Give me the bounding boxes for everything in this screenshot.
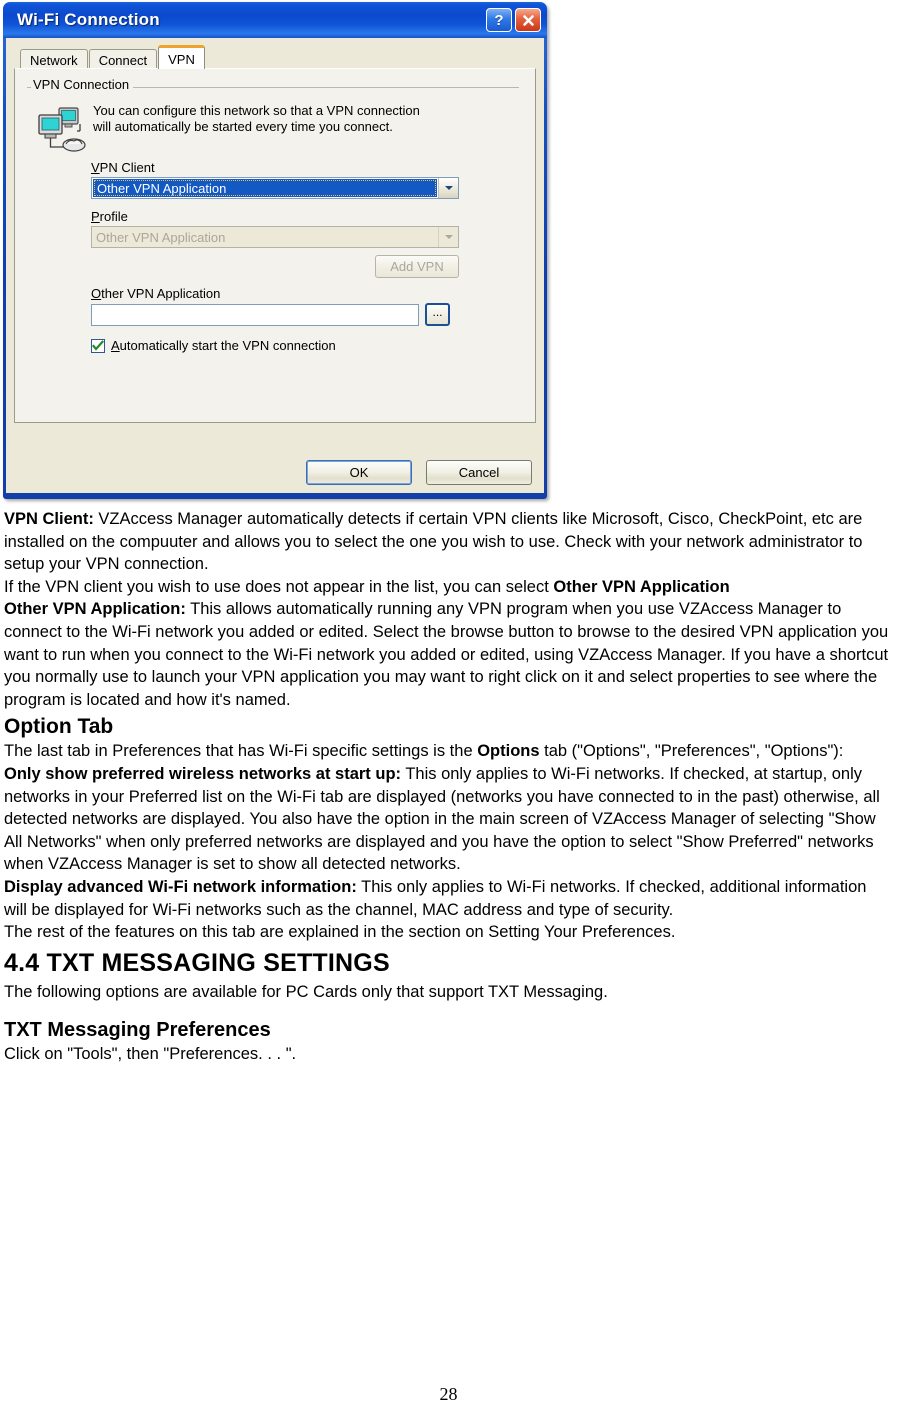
other-vpn-application-field: Other VPN Application ... xyxy=(91,286,521,326)
tab-network[interactable]: Network xyxy=(20,49,88,70)
wifi-connection-dialog: Wi-Fi Connection ? Network Connect VPN V… xyxy=(3,2,547,499)
other-vpn-application-label: Other VPN Application xyxy=(91,286,221,301)
vpn-client-label-rest: PN Client xyxy=(99,160,155,175)
browse-button[interactable]: ... xyxy=(425,303,450,326)
paragraph-if-client-text: If the VPN client you wish to use does n… xyxy=(4,577,554,596)
other-vpn-application-label-rest: ther VPN Application xyxy=(101,286,221,301)
tab-vpn[interactable]: VPN xyxy=(158,45,205,69)
close-icon[interactable] xyxy=(515,8,541,32)
tab-connect-label: Connect xyxy=(98,52,148,68)
dialog-titlebar: Wi-Fi Connection ? xyxy=(3,2,547,38)
paragraph-vpn-client-text: VZAccess Manager automatically detects i… xyxy=(4,510,863,574)
paragraph-click-tools: Click on "Tools", then "Preferences. . .… xyxy=(4,1045,297,1064)
paragraph-vpn-client: VPN Client: VZAccess Manager automatical… xyxy=(4,508,893,576)
chevron-down-icon[interactable] xyxy=(438,178,458,198)
tab-strip: Network Connect VPN xyxy=(14,45,536,70)
dialog-button-row: OK Cancel xyxy=(306,460,532,485)
paragraph-last-tab: The last tab in Preferences that has Wi-… xyxy=(4,740,893,763)
profile-label: Profile xyxy=(91,209,128,224)
cancel-button[interactable]: Cancel xyxy=(426,460,532,485)
page-number: 28 xyxy=(439,1384,458,1404)
add-vpn-button[interactable]: Add VPN xyxy=(375,255,459,278)
heading-txt-messaging-settings: 4.4 TXT MESSAGING SETTINGS xyxy=(4,948,390,977)
vpn-client-dropdown[interactable]: Other VPN Application xyxy=(91,177,459,199)
paragraph-last-tab-pre: The last tab in Preferences that has Wi-… xyxy=(4,742,478,761)
dialog-title: Wi-Fi Connection xyxy=(17,10,160,29)
profile-label-rest: rofile xyxy=(99,209,128,224)
chevron-down-icon[interactable] xyxy=(438,227,458,247)
heading-txt-messaging-preferences: TXT Messaging Preferences xyxy=(4,1019,271,1042)
paragraph-following-options: The following options are available for … xyxy=(4,982,608,1001)
profile-field: Profile Other VPN Application xyxy=(91,209,521,248)
ok-button[interactable]: OK xyxy=(306,460,412,485)
tab-vpn-label: VPN xyxy=(168,51,195,67)
paragraph-other-application: Other VPN Application: This allows autom… xyxy=(4,598,893,711)
vpn-intro-line-2: will automatically be started every time… xyxy=(93,119,393,134)
paragraph-display-advanced: Display advanced Wi-Fi network informati… xyxy=(4,876,893,921)
autostart-label-rest: utomatically start the VPN connection xyxy=(119,338,336,353)
heading-option-tab: Option Tab xyxy=(4,715,114,739)
paragraph-if-client: If the VPN client you wish to use does n… xyxy=(4,576,893,599)
other-vpn-application-input[interactable] xyxy=(91,303,419,326)
paragraph-last-tab-post: tab ("Options", "Preferences", "Options"… xyxy=(539,742,844,761)
vpn-connection-groupbox: VPN Connection You can configure this ne… xyxy=(27,77,523,353)
vpn-client-value: Other VPN Application xyxy=(93,179,437,197)
paragraph-rest-of-features: The rest of the features on this tab are… xyxy=(4,923,676,942)
profile-dropdown[interactable]: Other VPN Application xyxy=(91,226,459,248)
tab-page-vpn: VPN Connection You can configure this ne… xyxy=(14,68,536,423)
vpn-intro-line-1: You can configure this network so that a… xyxy=(93,103,420,118)
paragraph-other-application-term: Other VPN Application: xyxy=(4,600,186,619)
autostart-checkbox[interactable] xyxy=(91,338,105,353)
vpn-client-label: VPN Client xyxy=(91,160,155,175)
autostart-checkbox-row[interactable]: Automatically start the VPN connection xyxy=(91,338,521,353)
tab-connect[interactable]: Connect xyxy=(88,49,158,70)
screenshot-figure: Wi-Fi Connection ? Network Connect VPN V… xyxy=(0,0,553,503)
dialog-body: Network Connect VPN VPN Connection You c… xyxy=(6,38,544,493)
document-body: VPN Client: VZAccess Manager automatical… xyxy=(4,508,893,1066)
vpn-client-field: VPN Client Other VPN Application xyxy=(91,160,521,199)
add-vpn-row: Add VPN xyxy=(91,255,459,278)
help-icon[interactable]: ? xyxy=(486,8,512,32)
paragraph-last-tab-term: Options xyxy=(477,742,540,761)
paragraph-display-advanced-term: Display advanced Wi-Fi network informati… xyxy=(4,877,357,896)
profile-value: Other VPN Application xyxy=(96,229,226,245)
caption-button-group: ? xyxy=(486,8,541,32)
paragraph-vpn-client-term: VPN Client: xyxy=(4,510,94,528)
vpn-intro-text: You can configure this network so that a… xyxy=(93,101,420,135)
paragraph-only-show-preferred: Only show preferred wireless networks at… xyxy=(4,763,893,876)
paragraph-only-show-preferred-term: Only show preferred wireless networks at… xyxy=(4,764,402,783)
groupbox-title: VPN Connection xyxy=(31,77,134,92)
tab-network-label: Network xyxy=(30,52,78,68)
vpn-network-icon xyxy=(35,104,87,156)
paragraph-if-client-term: Other VPN Application xyxy=(553,577,730,596)
autostart-label: Automatically start the VPN connection xyxy=(111,338,336,353)
